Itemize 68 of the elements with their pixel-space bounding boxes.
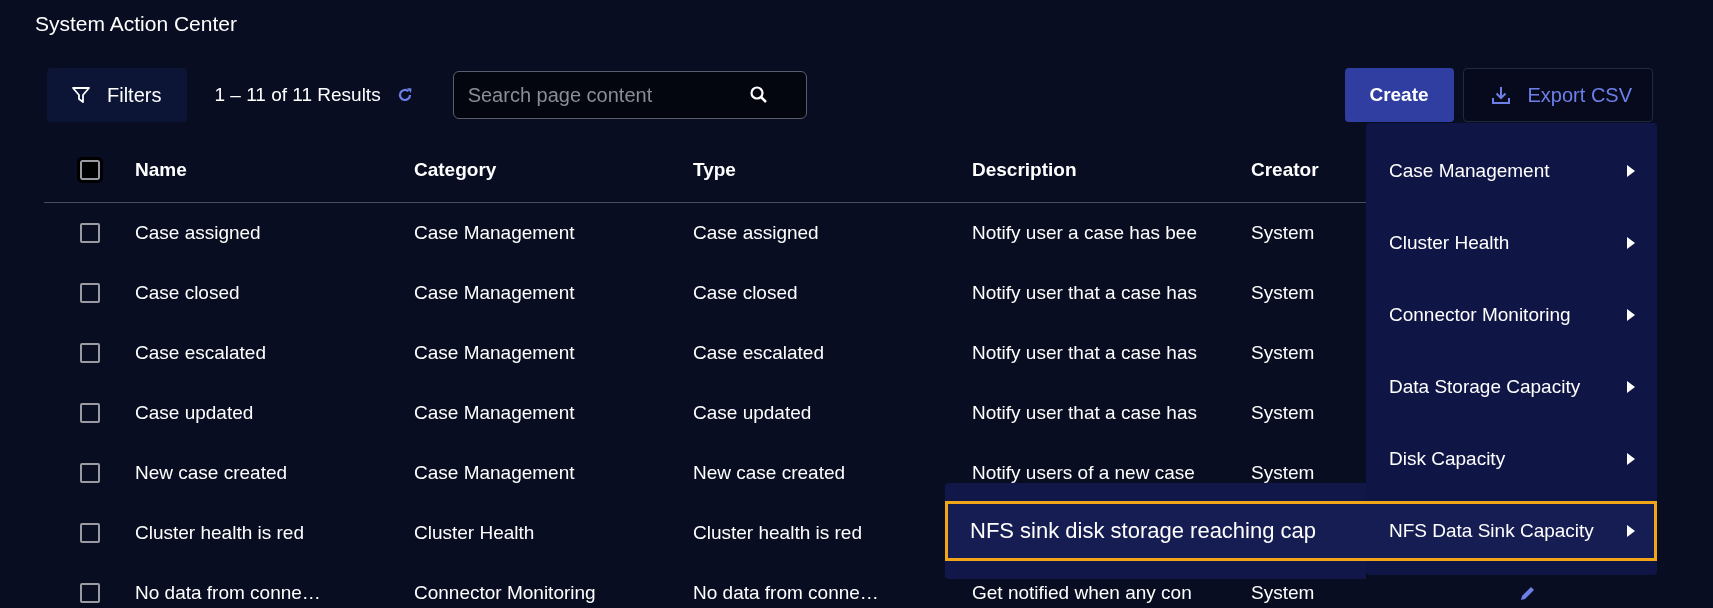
- table-cell: Notify users of a new case: [972, 462, 1195, 484]
- table-cell: New case created: [135, 462, 288, 484]
- table-cell: Cluster Health: [414, 522, 535, 544]
- caret-icon: [1627, 237, 1635, 249]
- column-header[interactable]: Type: [693, 159, 736, 181]
- table-cell: No data from conne…: [693, 582, 879, 604]
- results-count: 1 – 11 of 11 Results: [214, 84, 381, 106]
- table-cell: Case escalated: [693, 342, 824, 364]
- menu-item[interactable]: Connector Monitoring: [1366, 279, 1657, 351]
- table-cell: System: [1251, 462, 1315, 484]
- table-cell: Case Management: [414, 342, 575, 364]
- column-header[interactable]: Name: [135, 159, 187, 181]
- table-cell: System: [1251, 282, 1315, 304]
- column-header[interactable]: Description: [972, 159, 1077, 181]
- caret-icon: [1627, 525, 1635, 537]
- column-header[interactable]: Creator: [1251, 159, 1319, 181]
- create-button[interactable]: Create: [1344, 68, 1454, 122]
- table-cell: Case Management: [414, 402, 575, 424]
- download-icon: [1489, 84, 1512, 106]
- search-icon[interactable]: [748, 85, 769, 105]
- page-title: System Action Center: [35, 12, 237, 36]
- table-cell: System: [1251, 582, 1315, 604]
- table-cell: Case closed: [135, 282, 240, 304]
- table-cell: Case Management: [414, 282, 575, 304]
- row-checkbox[interactable]: [79, 403, 100, 423]
- caret-icon: [1627, 165, 1635, 177]
- table-cell: Notify user a case has bee: [972, 222, 1197, 244]
- table-cell: Case Management: [414, 222, 575, 244]
- table-cell: Case Management: [414, 462, 575, 484]
- search-field[interactable]: Search page content: [452, 71, 807, 119]
- table-cell: Get notified when any con: [972, 582, 1192, 604]
- table-cell: Case closed: [693, 282, 798, 304]
- caret-icon: [1627, 309, 1635, 321]
- table-cell: Case updated: [693, 402, 812, 424]
- column-header[interactable]: Category: [414, 159, 497, 181]
- menu-item[interactable]: NFS Data Sink Capacity: [1366, 501, 1657, 561]
- menu-item[interactable]: Case Management: [1366, 135, 1657, 207]
- table-cell: Cluster health is red: [135, 522, 304, 544]
- row-checkbox[interactable]: [79, 283, 100, 303]
- table-cell: Notify user that a case has: [972, 402, 1197, 424]
- table-cell: System: [1251, 222, 1315, 244]
- menu-item[interactable]: Disk Capacity: [1366, 423, 1657, 495]
- row-checkbox[interactable]: [79, 583, 100, 603]
- select-all-checkbox[interactable]: [79, 160, 100, 180]
- table-cell: Case assigned: [693, 222, 819, 244]
- caret-icon: [1627, 381, 1635, 393]
- table-cell: Notify user that a case has: [972, 342, 1197, 364]
- menu-item[interactable]: Data Storage Capacity: [1366, 351, 1657, 423]
- row-checkbox[interactable]: [79, 223, 100, 243]
- table-cell: System: [1251, 342, 1315, 364]
- row-checkbox[interactable]: [79, 463, 100, 483]
- menu-item[interactable]: Cluster Health: [1366, 207, 1657, 279]
- table-cell: Notify user that a case has: [972, 282, 1197, 304]
- export-csv-button[interactable]: Export CSV: [1462, 68, 1653, 122]
- row-checkbox[interactable]: [79, 523, 100, 543]
- table-cell: New case created: [693, 462, 846, 484]
- table-cell: Cluster health is red: [693, 522, 862, 544]
- caret-icon: [1627, 453, 1635, 465]
- row-checkbox[interactable]: [79, 343, 100, 363]
- table-cell: System: [1251, 402, 1315, 424]
- table-cell: No data from conne…: [135, 582, 321, 604]
- filter-icon: [71, 85, 91, 105]
- table-cell: Connector Monitoring: [414, 582, 596, 604]
- table-cell: Case assigned: [135, 222, 261, 244]
- table-cell: Case escalated: [135, 342, 266, 364]
- table-cell: Case updated: [135, 402, 254, 424]
- submenu-item[interactable]: NFS sink disk storage reaching cap: [945, 501, 1366, 561]
- filters-button[interactable]: Filters: [47, 68, 188, 122]
